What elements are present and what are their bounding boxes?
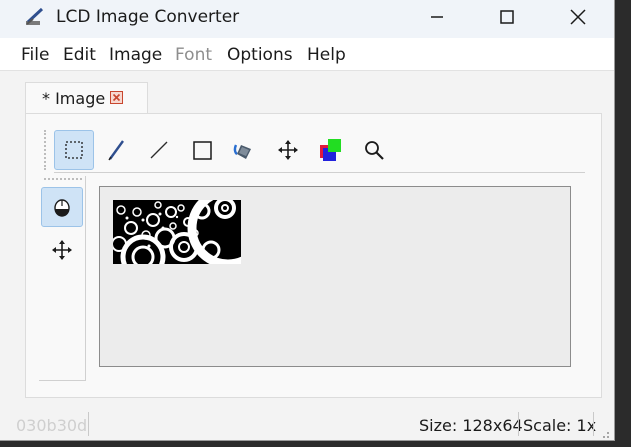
status-size: Size: 128x64: [419, 416, 523, 435]
close-icon[interactable]: [110, 91, 123, 104]
image-preview[interactable]: [113, 200, 241, 264]
status-color-value: 030b30d: [16, 416, 88, 435]
menu-edit[interactable]: Edit: [63, 45, 96, 65]
status-separator: [88, 412, 89, 436]
resize-grip[interactable]: [598, 428, 610, 440]
status-separator: [593, 412, 594, 436]
close-icon: [570, 9, 586, 25]
menu-file[interactable]: File: [21, 45, 49, 65]
window-title: LCD Image Converter: [56, 7, 240, 27]
dashed-rectangle-icon: [65, 141, 83, 159]
pan-tool-button[interactable]: [41, 230, 83, 270]
rectangle-tool-button[interactable]: [182, 130, 222, 170]
menu-bar: File Edit Image Font Options Help: [0, 38, 614, 71]
minimize-icon: [431, 16, 443, 18]
fill-tool-button[interactable]: [225, 130, 265, 170]
menu-options[interactable]: Options: [227, 45, 293, 65]
menu-image[interactable]: Image: [109, 45, 162, 65]
toolbar-divider: [54, 172, 585, 173]
title-bar: LCD Image Converter: [0, 0, 614, 38]
menu-font[interactable]: Font: [175, 45, 212, 65]
side-toolbar-grip[interactable]: [44, 178, 82, 180]
pen-icon: [108, 140, 124, 161]
minimize-button[interactable]: [414, 0, 460, 34]
line-tool-button[interactable]: [139, 130, 179, 170]
move-arrows-icon: [278, 140, 298, 160]
line-icon: [150, 141, 168, 159]
mouse-icon: [54, 199, 70, 217]
color-tool-button[interactable]: [311, 130, 351, 170]
maximize-button[interactable]: [484, 0, 530, 34]
selection-tool-button[interactable]: [54, 130, 94, 170]
zoom-tool-button[interactable]: [354, 130, 394, 170]
magnifier-icon: [365, 141, 384, 160]
mouse-tool-button[interactable]: [41, 187, 83, 227]
pen-tool-button[interactable]: [97, 130, 137, 170]
menu-help[interactable]: Help: [307, 45, 346, 65]
move-arrows-icon: [52, 240, 72, 260]
tab-image[interactable]: * Image: [25, 82, 148, 115]
status-bar: 030b30d Size: 128x64 Scale: 1x: [0, 410, 614, 440]
color-squares-icon: [320, 139, 341, 161]
paint-bucket-icon: [233, 144, 251, 159]
move-tool-button[interactable]: [268, 130, 308, 170]
status-scale: Scale: 1x: [523, 416, 597, 435]
app-window: LCD Image Converter File Edit Image Font…: [0, 0, 615, 441]
tab-label: * Image: [42, 89, 106, 108]
toolbar-grip[interactable]: [44, 130, 48, 170]
rectangle-icon: [193, 141, 212, 160]
paint-brush-icon: [24, 6, 46, 28]
maximize-icon: [500, 10, 514, 24]
status-separator: [518, 412, 519, 436]
close-window-button[interactable]: [555, 0, 601, 34]
